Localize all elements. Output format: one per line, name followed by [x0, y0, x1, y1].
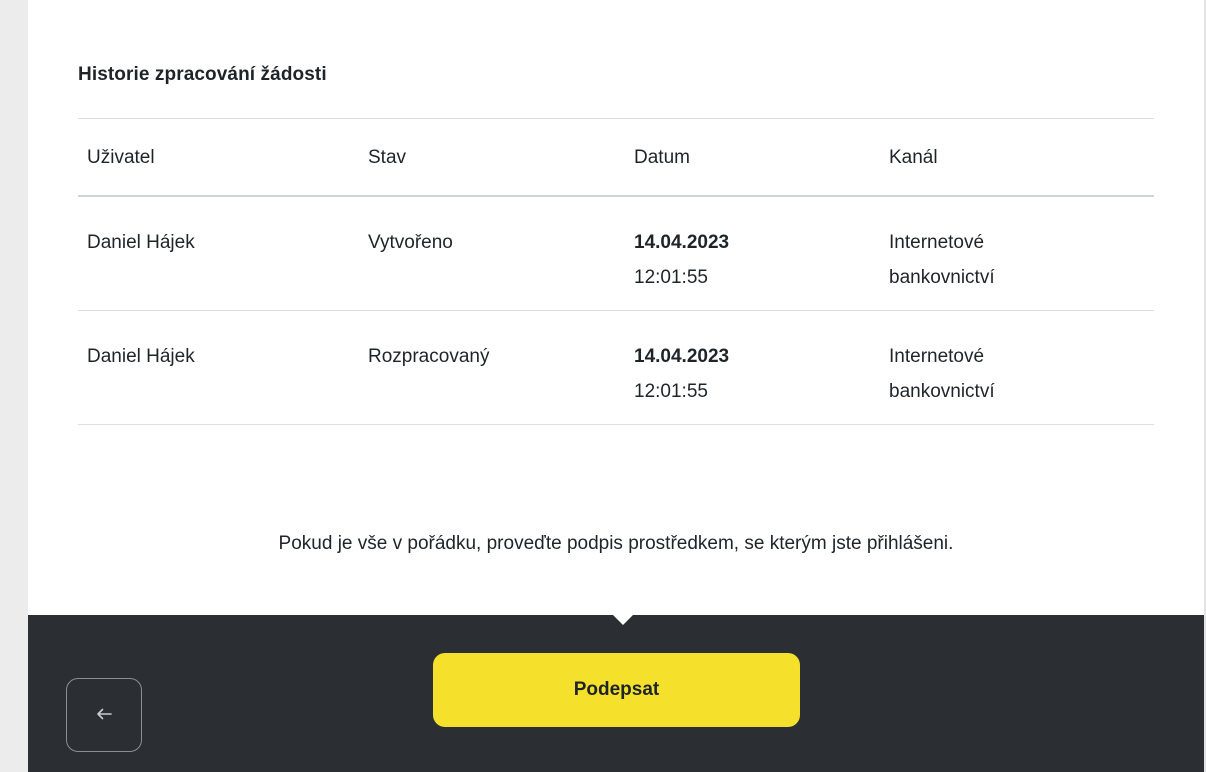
- row-date: 14.04.2023: [634, 232, 730, 253]
- arrow-left-icon: [96, 708, 112, 723]
- section-title: Historie zpracování žádosti: [78, 64, 327, 85]
- row-channel: Internetové bankovnictví: [889, 232, 995, 288]
- table-row: Daniel Hájek Vytvořeno 14.04.2023 12:01:…: [78, 197, 1154, 310]
- history-table: Uživatel Stav Datum Kanál Daniel Hájek V…: [78, 118, 1154, 425]
- row-user: Daniel Hájek: [87, 346, 195, 367]
- row-time: 12:01:55: [634, 381, 708, 402]
- column-header-user: Uživatel: [87, 146, 155, 168]
- left-rail: [0, 0, 28, 772]
- page: Historie zpracování žádosti Uživatel Sta…: [0, 0, 1206, 772]
- row-time: 12:01:55: [634, 267, 708, 288]
- table-row: Daniel Hájek Rozpracovaný 14.04.2023 12:…: [78, 311, 1154, 424]
- row-divider: [78, 424, 1154, 425]
- table-header: Uživatel Stav Datum Kanál: [78, 119, 1154, 195]
- sign-button[interactable]: Podepsat: [433, 653, 800, 727]
- column-header-status: Stav: [368, 146, 407, 168]
- column-header-channel: Kanál: [889, 146, 938, 168]
- footer-pointer: [612, 614, 634, 625]
- row-datetime: 14.04.2023 12:01:55: [626, 225, 889, 310]
- main-content: Historie zpracování žádosti Uživatel Sta…: [28, 0, 1204, 615]
- row-channel: Internetové bankovnictví: [889, 346, 995, 402]
- row-channel-cell: Internetové bankovnictví: [889, 339, 1154, 424]
- row-status: Rozpracovaný: [368, 346, 490, 367]
- back-button[interactable]: [66, 678, 142, 752]
- row-date: 14.04.2023: [634, 346, 730, 367]
- row-channel-cell: Internetové bankovnictví: [889, 225, 1154, 310]
- row-user: Daniel Hájek: [87, 232, 195, 253]
- action-footer: Podepsat: [28, 614, 1204, 772]
- column-header-date: Datum: [634, 146, 690, 168]
- row-datetime: 14.04.2023 12:01:55: [626, 339, 889, 424]
- row-status: Vytvořeno: [368, 232, 453, 253]
- signing-instruction: Pokud je vše v pořádku, proveďte podpis …: [278, 533, 954, 554]
